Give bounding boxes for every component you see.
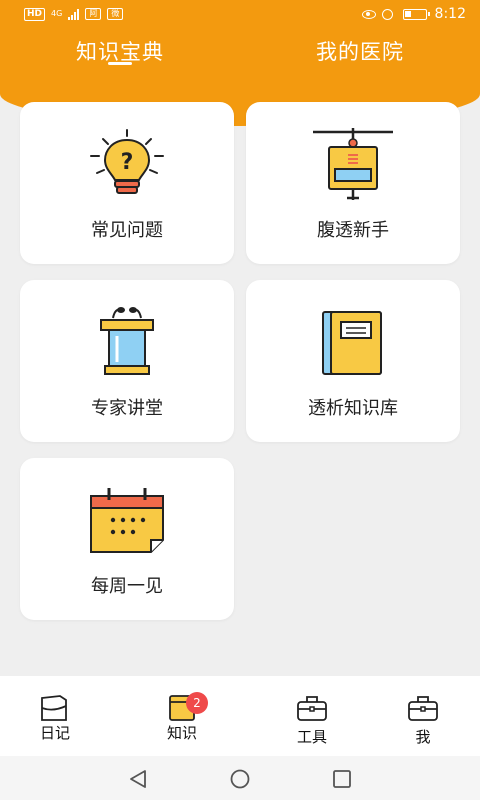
diary-icon [41,695,67,721]
status-bar: HD 4G 阿 微 8:12 [0,0,480,28]
notification-app-icon: 阿 [85,8,102,20]
nav-label-me: 我 [415,728,431,746]
eye-icon [361,9,376,19]
nav-label-knowledge: 知识 [166,724,197,742]
recent-apps-icon[interactable] [331,768,353,790]
podium-icon [100,307,154,375]
card-label: 专家讲堂 [91,398,163,419]
status-right: 8:12 [361,6,466,22]
hd-badge: HD [24,7,46,21]
nav-item-knowledge[interactable]: 2 知识 [142,686,222,744]
status-left: HD 4G 阿 微 [24,7,124,21]
alarm-icon [381,8,393,20]
card-expert-lecture[interactable]: 专家讲堂 [20,280,234,442]
calendar-icon [90,488,164,553]
dialysis-bag-icon [313,128,393,200]
toolbox-icon [297,696,327,721]
battery-icon [402,8,430,20]
lightbulb-question-icon: ? [90,129,164,194]
card-label: 腹透新手 [317,220,389,241]
nav-item-tools[interactable]: 工具 [272,686,352,746]
card-dialysis-knowledge-base[interactable]: 透析知识库 [246,280,460,442]
card-dialysis-beginner[interactable]: 腹透新手 [246,102,460,264]
card-weekly-meet[interactable]: 每周一见 [20,458,234,620]
system-nav-bar [0,756,480,800]
profile-icon [408,696,438,721]
card-label: 每周一见 [91,576,163,597]
signal-icon [68,8,80,20]
card-label: 常见问题 [91,220,163,241]
home-icon[interactable] [229,768,251,790]
svg-text:?: ? [121,150,134,175]
bottom-nav: 日记 2 知识 工具 我 [0,676,480,756]
back-icon[interactable] [127,768,149,790]
card-common-questions[interactable]: ? 常见问题 [20,102,234,264]
active-tab-indicator [108,62,132,65]
tab-my-hospital[interactable]: 我的医院 [260,36,460,66]
nav-label-diary: 日记 [39,724,70,742]
notification-app-icon: 微 [107,8,124,20]
notification-badge: 2 [186,692,208,714]
nav-item-me[interactable]: 我 [383,686,463,746]
nav-item-diary[interactable]: 日记 [15,686,95,744]
clock-time: 8:12 [434,6,466,22]
nav-label-tools: 工具 [296,728,327,746]
card-label: 透析知识库 [308,398,398,419]
book-icon [322,311,382,375]
network-type: 4G [51,9,63,18]
